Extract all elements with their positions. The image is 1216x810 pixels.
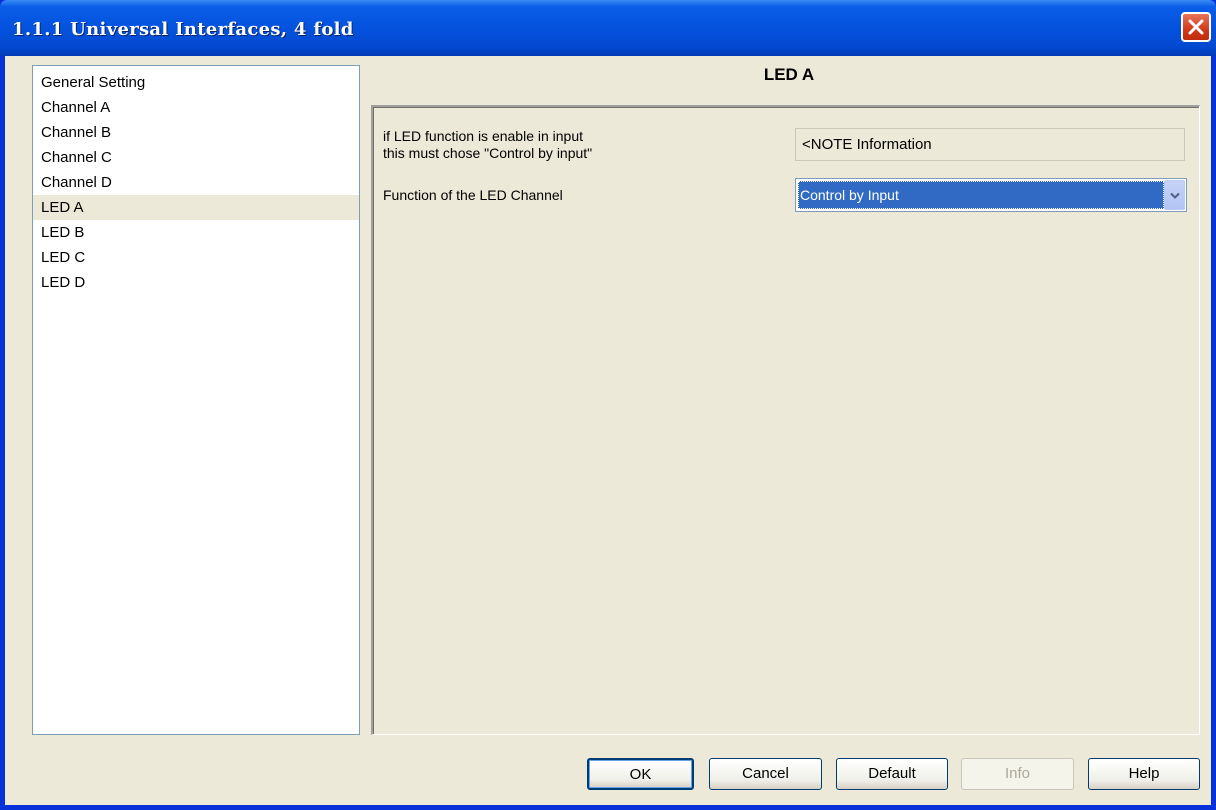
page-title: LED A bbox=[763, 65, 815, 84]
info-button[interactable]: Info bbox=[961, 758, 1074, 790]
window-title: 1.1.1 Universal Interfaces, 4 fold bbox=[12, 19, 354, 40]
note-label-line2: this must chose "Control by input" bbox=[383, 145, 593, 161]
chevron-down-icon bbox=[1170, 192, 1180, 199]
led-function-value[interactable]: Control by Input bbox=[798, 181, 1164, 209]
cancel-button[interactable]: Cancel bbox=[709, 758, 822, 790]
sidebar-item-channel-c[interactable]: Channel C bbox=[33, 145, 359, 170]
sidebar-item-channel-a[interactable]: Channel A bbox=[33, 95, 359, 120]
sidebar-item-led-d[interactable]: LED D bbox=[33, 270, 359, 295]
sidebar-item-channel-b[interactable]: Channel B bbox=[33, 120, 359, 145]
close-button[interactable] bbox=[1181, 12, 1211, 42]
ok-button[interactable]: OK bbox=[587, 758, 694, 790]
dialog-window: 1.1.1 Universal Interfaces, 4 fold Gener… bbox=[0, 0, 1216, 810]
sidebar-item-led-b[interactable]: LED B bbox=[33, 220, 359, 245]
sidebar-item-led-a[interactable]: LED A bbox=[33, 195, 359, 220]
note-label-line1: if LED function is enable in input bbox=[383, 128, 584, 144]
dialog-body: General Setting Channel A Channel B Chan… bbox=[5, 56, 1211, 805]
title-bar[interactable]: 1.1.1 Universal Interfaces, 4 fold bbox=[0, 0, 1216, 56]
help-button[interactable]: Help bbox=[1088, 758, 1200, 790]
default-button[interactable]: Default bbox=[836, 758, 948, 790]
led-function-select[interactable]: Control by Input bbox=[795, 178, 1187, 212]
sidebar-item-led-c[interactable]: LED C bbox=[33, 245, 359, 270]
sidebar-item-channel-d[interactable]: Channel D bbox=[33, 170, 359, 195]
close-icon bbox=[1188, 19, 1204, 35]
note-label: if LED function is enable in input this … bbox=[383, 128, 592, 162]
sidebar-item-general-setting[interactable]: General Setting bbox=[33, 70, 359, 95]
dropdown-button[interactable] bbox=[1164, 180, 1185, 210]
parameter-tree: General Setting Channel A Channel B Chan… bbox=[32, 65, 360, 735]
function-label: Function of the LED Channel bbox=[383, 187, 563, 203]
parameter-panel: if LED function is enable in input this … bbox=[371, 105, 1200, 735]
note-information-field: <NOTE Information bbox=[795, 128, 1185, 161]
